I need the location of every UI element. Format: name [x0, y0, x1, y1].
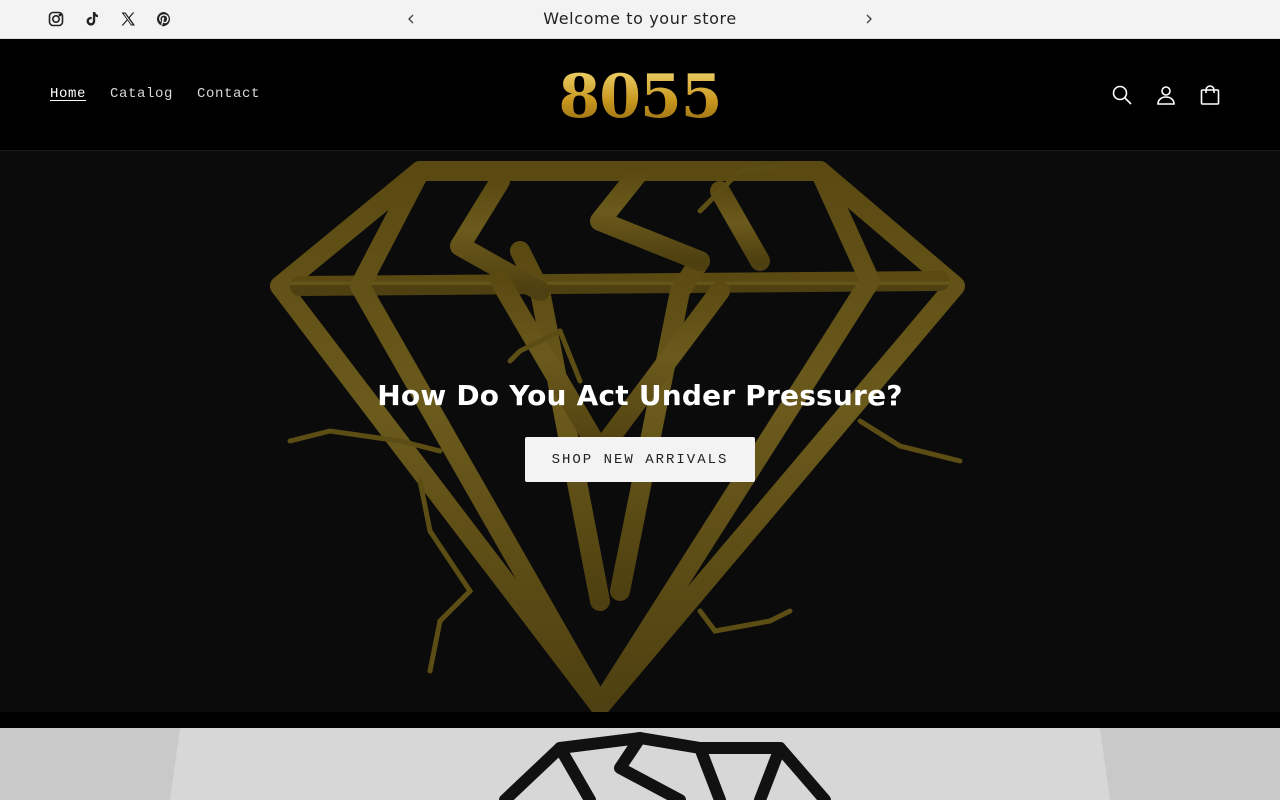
cart-icon[interactable]: [1196, 81, 1224, 109]
main-nav: Home Catalog Contact: [50, 86, 260, 102]
section-divider: [0, 712, 1280, 728]
nav-link-contact[interactable]: Contact: [197, 86, 260, 102]
shop-new-arrivals-button[interactable]: SHOP NEW ARRIVALS: [525, 437, 755, 482]
hero-title: How Do You Act Under Pressure?: [377, 379, 903, 412]
account-icon[interactable]: [1152, 81, 1180, 109]
announcement-next-button[interactable]: [859, 9, 879, 29]
diamond-logo-artwork: [270, 161, 965, 712]
nav-link-home[interactable]: Home: [50, 86, 86, 102]
x-icon[interactable]: [116, 7, 140, 31]
nav-link-catalog[interactable]: Catalog: [110, 86, 173, 102]
pinterest-icon[interactable]: [152, 7, 176, 31]
tiktok-icon[interactable]: [80, 7, 104, 31]
search-icon[interactable]: [1108, 81, 1136, 109]
shirt-graphic-artwork: [0, 728, 1280, 800]
hero-content: How Do You Act Under Pressure?: [0, 379, 1280, 412]
header-icons: [1108, 81, 1224, 109]
announcement-prev-button[interactable]: [401, 9, 421, 29]
store-logo[interactable]: 8055: [558, 63, 723, 131]
announcement-text: Welcome to your store: [543, 9, 737, 28]
hero-banner: How Do You Act Under Pressure? SHOP NEW …: [0, 151, 1280, 712]
instagram-icon[interactable]: [44, 7, 68, 31]
announcement-bar: Welcome to your store: [0, 0, 1280, 39]
site-header: Home Catalog Contact 8055: [0, 39, 1280, 151]
social-links: [44, 7, 176, 31]
featured-product-image: [0, 728, 1280, 800]
